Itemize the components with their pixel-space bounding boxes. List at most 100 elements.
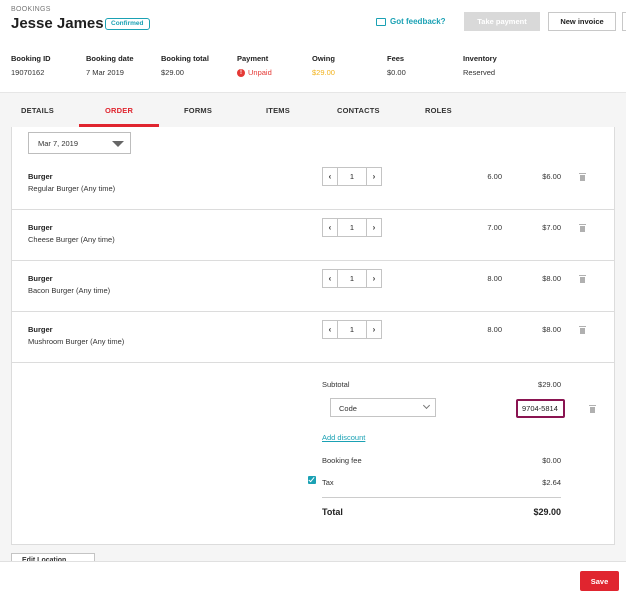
trash-icon[interactable] (579, 173, 586, 181)
footer-bar: Save (0, 561, 626, 597)
chat-icon (376, 17, 386, 26)
order-item-row: Burger Cheese Burger (Any time) ‹ 1 › 7.… (12, 210, 614, 261)
more-actions-button[interactable] (622, 12, 626, 31)
summary-fees: Fees $0.00 (387, 54, 406, 77)
tax-value: $2.64 (542, 478, 561, 487)
line-total: $6.00 (542, 172, 561, 181)
tab-items[interactable]: ITEMS (266, 106, 290, 115)
booking-date-value: 7 Mar 2019 (86, 68, 124, 77)
order-item-row: Burger Regular Burger (Any time) ‹ 1 › 6… (12, 159, 614, 210)
owing-label: Owing (312, 54, 335, 63)
increment-button[interactable]: › (366, 270, 381, 287)
line-total: $8.00 (542, 274, 561, 283)
booking-fee-label: Booking fee (322, 456, 362, 465)
tax-checkbox[interactable] (308, 476, 316, 484)
item-description: Cheese Burger (Any time) (28, 235, 115, 244)
unit-price: 7.00 (487, 223, 502, 232)
booking-id-value: 19070162 (11, 68, 45, 77)
tax-label: Tax (322, 478, 334, 487)
take-payment-button[interactable]: Take payment (464, 12, 540, 31)
quantity-value[interactable]: 1 (338, 321, 366, 338)
booking-total-value: $29.00 (161, 68, 184, 77)
booking-fee-value: $0.00 (542, 456, 561, 465)
order-item-row: Burger Bacon Burger (Any time) ‹ 1 › 8.0… (12, 261, 614, 312)
inventory-value: Reserved (463, 68, 496, 77)
unit-price: 6.00 (487, 172, 502, 181)
tab-bar: DETAILS ORDER FORMS ITEMS CONTACTS ROLES (0, 92, 626, 127)
quantity-value[interactable]: 1 (338, 168, 366, 185)
booking-total-label: Booking total (161, 54, 209, 63)
increment-button[interactable]: › (366, 219, 381, 236)
trash-icon[interactable] (579, 326, 586, 334)
save-button[interactable]: Save (580, 571, 619, 591)
alert-icon: ! (237, 68, 245, 77)
discount-code-select-value: Code (339, 404, 357, 413)
unit-price: 8.00 (487, 274, 502, 283)
booking-header: BOOKINGS Jesse James Confirmed Got feedb… (0, 0, 626, 92)
caret-down-icon (112, 141, 124, 147)
discount-code-input[interactable] (516, 399, 565, 418)
item-name: Burger (28, 172, 53, 181)
decrement-button[interactable]: ‹ (323, 219, 338, 236)
booking-date-label: Booking date (86, 54, 134, 63)
item-description: Mushroom Burger (Any time) (28, 337, 125, 346)
quantity-stepper: ‹ 1 › (322, 269, 382, 288)
decrement-button[interactable]: ‹ (323, 321, 338, 338)
status-badge: Confirmed (105, 18, 150, 30)
inventory-label: Inventory (463, 54, 497, 63)
trash-icon[interactable] (579, 275, 586, 283)
subtotal-value: $29.00 (538, 380, 561, 389)
quantity-value[interactable]: 1 (338, 219, 366, 236)
tab-forms[interactable]: FORMS (184, 106, 212, 115)
decrement-button[interactable]: ‹ (323, 270, 338, 287)
line-total: $7.00 (542, 223, 561, 232)
trash-icon[interactable] (579, 224, 586, 232)
item-description: Regular Burger (Any time) (28, 184, 116, 193)
line-total: $8.00 (542, 325, 561, 334)
item-name: Burger (28, 325, 53, 334)
trash-icon[interactable] (589, 405, 596, 413)
summary-booking-date: Booking date 7 Mar 2019 (86, 54, 134, 77)
item-name: Burger (28, 223, 53, 232)
tab-order[interactable]: ORDER (105, 106, 133, 115)
subtotal-label: Subtotal (322, 380, 350, 389)
quantity-stepper: ‹ 1 › (322, 218, 382, 237)
feedback-link[interactable]: Got feedback? (376, 17, 446, 26)
summary-inventory: Inventory Reserved (463, 54, 497, 77)
order-panel: Mar 7, 2019 Burger Regular Burger (Any t… (0, 127, 626, 565)
fees-label: Fees (387, 54, 405, 63)
increment-button[interactable]: › (366, 168, 381, 185)
chevron-down-icon (422, 401, 431, 410)
payment-value: Unpaid (248, 68, 272, 77)
date-select[interactable]: Mar 7, 2019 (28, 132, 131, 154)
new-invoice-button[interactable]: New invoice (548, 12, 616, 31)
item-description: Bacon Burger (Any time) (28, 286, 111, 295)
decrement-button[interactable]: ‹ (323, 168, 338, 185)
total-label: Total (322, 507, 343, 517)
add-discount-link[interactable]: Add discount (322, 433, 365, 442)
feedback-label: Got feedback? (390, 17, 446, 26)
summary-booking-total: Booking total $29.00 (161, 54, 209, 77)
order-card: Mar 7, 2019 Burger Regular Burger (Any t… (11, 127, 615, 545)
quantity-stepper: ‹ 1 › (322, 320, 382, 339)
increment-button[interactable]: › (366, 321, 381, 338)
summary-owing: Owing $29.00 (312, 54, 335, 77)
tab-details[interactable]: DETAILS (21, 106, 54, 115)
quantity-stepper: ‹ 1 › (322, 167, 382, 186)
date-select-value: Mar 7, 2019 (38, 139, 79, 148)
order-item-row: Burger Mushroom Burger (Any time) ‹ 1 › … (12, 312, 614, 363)
tab-contacts[interactable]: CONTACTS (337, 106, 380, 115)
totals-divider (322, 497, 561, 498)
item-name: Burger (28, 274, 53, 283)
summary-payment: Payment ! Unpaid (237, 54, 272, 77)
quantity-value[interactable]: 1 (338, 270, 366, 287)
payment-status: ! Unpaid (237, 68, 272, 77)
discount-code-select[interactable]: Code (330, 398, 436, 417)
total-value: $29.00 (533, 507, 561, 517)
owing-value: $29.00 (312, 68, 335, 77)
breadcrumb[interactable]: BOOKINGS (11, 6, 51, 13)
page-title: Jesse James (11, 15, 104, 32)
booking-id-label: Booking ID (11, 54, 51, 63)
tab-roles[interactable]: ROLES (425, 106, 452, 115)
summary-booking-id: Booking ID 19070162 (11, 54, 51, 77)
